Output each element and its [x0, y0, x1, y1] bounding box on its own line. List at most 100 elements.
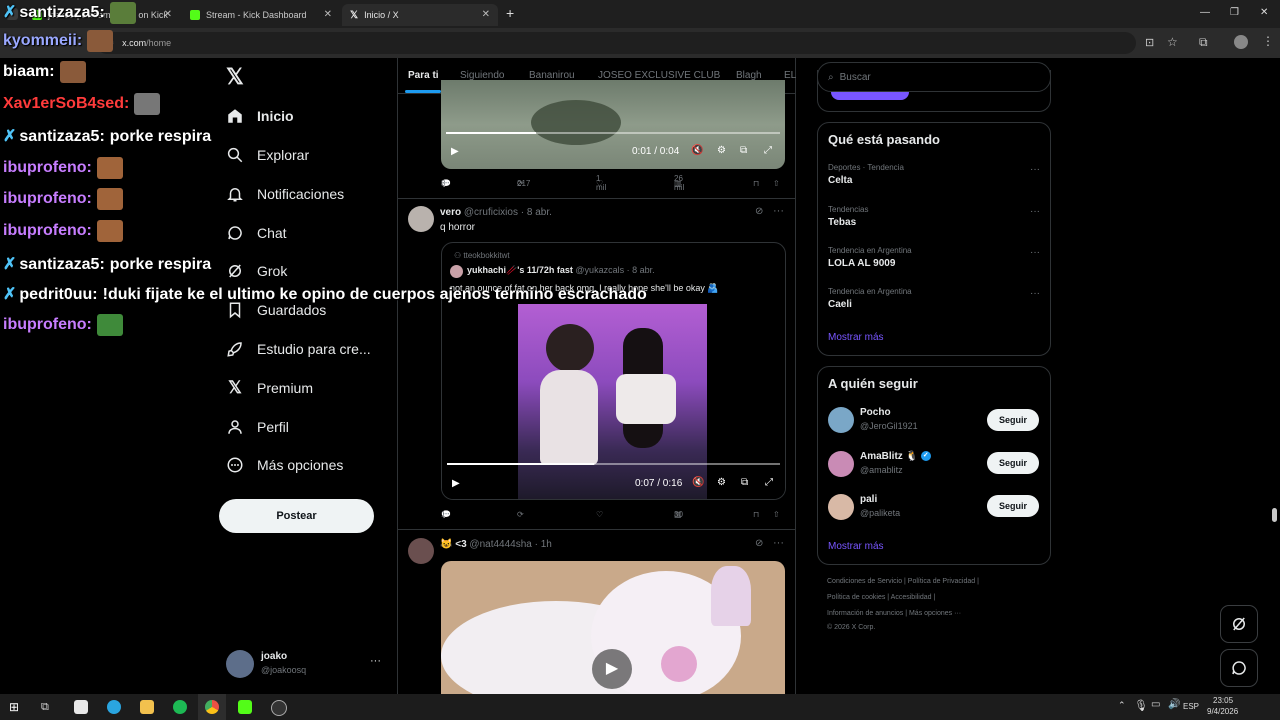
chat-username[interactable]: ibuprofeno: — [3, 190, 92, 207]
grok-icon[interactable]: ⊘ — [755, 538, 763, 549]
pip-icon[interactable]: ⧉ — [740, 145, 747, 156]
footer-line[interactable]: Condiciones de Servicio | Política de Pr… — [827, 578, 979, 585]
bookmark-icon[interactable]: ⊓ — [753, 510, 759, 519]
chat-username[interactable]: ibuprofeno: — [3, 316, 92, 333]
more-icon[interactable]: ··· — [773, 205, 784, 217]
follow-button[interactable]: Seguir — [987, 452, 1039, 474]
follow-name[interactable]: AmaBlitz 🐧 — [860, 451, 918, 462]
more-icon[interactable]: ··· — [1030, 288, 1040, 299]
bookmark-star-icon[interactable]: ☆ — [1167, 35, 1178, 49]
clock-time[interactable]: 23:05 — [1213, 696, 1233, 705]
mute-icon[interactable]: 🔇 — [691, 145, 703, 156]
file-explorer-icon[interactable] — [140, 700, 154, 714]
chat-username[interactable]: santizaza5: — [19, 256, 104, 273]
sidebar-item-chat[interactable]: Chat — [226, 216, 287, 250]
author-name[interactable]: vero — [440, 207, 461, 218]
menu-kebab-icon[interactable]: ⋮ — [1262, 34, 1274, 48]
trend-item[interactable]: Tendencias Tebas ··· — [828, 205, 1040, 228]
avatar[interactable] — [408, 206, 434, 232]
author-handle[interactable]: @cruficixios — [464, 207, 518, 218]
play-icon[interactable]: ▶ — [451, 146, 459, 157]
settings-gear-icon[interactable]: ⚙ — [717, 477, 726, 488]
microphone-icon[interactable]: 🎙 — [1134, 699, 1148, 712]
chat-username[interactable]: santizaza5: — [19, 4, 104, 21]
settings-gear-icon[interactable]: ⚙ — [717, 145, 726, 156]
chat-float-button[interactable] — [1220, 649, 1258, 687]
trend-item[interactable]: Tendencia en Argentina LOLA AL 9009 ··· — [828, 246, 1040, 269]
volume-icon[interactable]: 🔊 — [1168, 699, 1180, 710]
play-overlay-icon[interactable]: ▶ — [592, 649, 632, 689]
post-button[interactable]: Postear — [219, 499, 374, 533]
edge-icon[interactable] — [107, 700, 121, 714]
video-progress-track[interactable] — [447, 463, 780, 465]
more-icon[interactable]: ··· — [773, 537, 784, 549]
follow-name[interactable]: Pocho — [860, 407, 891, 418]
bookmark-icon[interactable]: ⊓ — [753, 179, 759, 188]
sidebar-item-inicio[interactable]: Inicio — [226, 99, 294, 133]
author-handle[interactable]: @nat4444sha — [469, 539, 531, 550]
avatar[interactable] — [408, 538, 434, 564]
grok-float-button[interactable] — [1220, 605, 1258, 643]
sidebar-item-notificaciones[interactable]: Notificaciones — [226, 177, 344, 211]
tray-chevron-icon[interactable]: ⌃ — [1118, 700, 1126, 711]
close-icon[interactable]: ✕ — [482, 9, 490, 20]
tab-el[interactable]: EL — [784, 70, 796, 81]
kick-icon[interactable] — [238, 700, 252, 714]
chat-username[interactable]: kyommeii: — [3, 32, 82, 49]
spotify-icon[interactable] — [173, 700, 187, 714]
post3-video[interactable]: ▶ — [441, 561, 785, 694]
extensions-icon[interactable]: ⧉ — [1199, 35, 1208, 50]
windows-start-icon[interactable]: ⊞ — [9, 700, 23, 714]
follow-more-link[interactable]: Mostrar más — [828, 541, 884, 552]
fullscreen-icon[interactable]: ⤢ — [764, 145, 772, 156]
sidebar-item-grok[interactable]: Grok — [226, 254, 287, 288]
language-indicator[interactable]: ESP — [1183, 702, 1199, 711]
more-icon[interactable]: ··· — [370, 655, 381, 667]
page-scrollbar[interactable] — [1272, 508, 1277, 522]
post-time[interactable]: 8 abr. — [527, 207, 552, 218]
post-time[interactable]: 1h — [541, 539, 552, 550]
new-tab-button[interactable]: + — [506, 5, 514, 21]
show-more-link[interactable]: Mostrar más — [828, 332, 884, 343]
share-icon[interactable]: ⇧ — [773, 510, 780, 519]
more-icon[interactable]: ··· — [1030, 247, 1040, 258]
avatar[interactable] — [828, 407, 854, 433]
pip-icon[interactable]: ⧉ — [741, 477, 748, 488]
sidebar-item-explorar[interactable]: Explorar — [226, 138, 309, 172]
sidebar-item-perfil[interactable]: Perfil — [226, 410, 289, 444]
quote-card[interactable]: ⚇ tteokbokkitwt yukhachi🥢's 11/72h fast … — [441, 242, 786, 500]
follow-button[interactable]: Seguir — [987, 495, 1039, 517]
chat-username[interactable]: ibuprofeno: — [3, 222, 92, 239]
tab-para-ti[interactable]: Para ti — [408, 70, 439, 81]
more-icon[interactable]: ··· — [1030, 206, 1040, 217]
task-view-icon[interactable]: ⧉ — [41, 700, 55, 714]
account-switcher[interactable]: joako @joakoosq ··· — [226, 648, 386, 680]
close-icon[interactable]: ✕ — [164, 9, 172, 20]
avatar[interactable] — [828, 494, 854, 520]
more-icon[interactable]: ··· — [1030, 164, 1040, 175]
clock-date[interactable]: 9/4/2026 — [1207, 707, 1238, 716]
trend-item[interactable]: Deportes · Tendencia Celta ··· — [828, 163, 1040, 186]
post1-video[interactable]: ▶ 0:01 / 0:04 🔇 ⚙ ⧉ ⤢ — [441, 80, 785, 169]
sidebar-item-premium[interactable]: 𝕏 Premium — [226, 371, 313, 405]
x-logo-icon[interactable]: 𝕏 — [226, 64, 244, 90]
obs-icon[interactable] — [271, 700, 287, 716]
subscribe-button[interactable] — [831, 92, 909, 100]
browser-tab-kick-dashboard[interactable]: Stream - Kick Dashboard ✕ — [182, 4, 340, 26]
share-icon[interactable]: ⇧ — [773, 179, 780, 188]
footer-line[interactable]: Política de cookies | Accesibilidad | — [827, 594, 935, 601]
close-icon[interactable]: ✕ — [324, 9, 332, 20]
mute-icon[interactable]: 🔇 — [692, 477, 704, 488]
minimize-icon[interactable]: — — [1200, 7, 1210, 18]
close-window-icon[interactable]: ✕ — [1260, 7, 1268, 18]
chat-username[interactable]: santizaza5: — [19, 128, 104, 145]
footer-line[interactable]: Información de anuncios | Más opciones ·… — [827, 610, 961, 617]
fullscreen-icon[interactable]: ⤢ — [765, 477, 773, 488]
browser-tab-x-home[interactable]: 𝕏 Inicio / X ✕ — [342, 4, 498, 26]
follow-button[interactable]: Seguir — [987, 409, 1039, 431]
trend-item[interactable]: Tendencia en Argentina Caeli ··· — [828, 287, 1040, 310]
profile-avatar[interactable] — [1234, 35, 1248, 49]
author-name[interactable]: 😺 <3 — [440, 539, 467, 550]
chat-username[interactable]: pedrit0uu: — [19, 286, 97, 303]
follow-name[interactable]: pali — [860, 494, 877, 505]
